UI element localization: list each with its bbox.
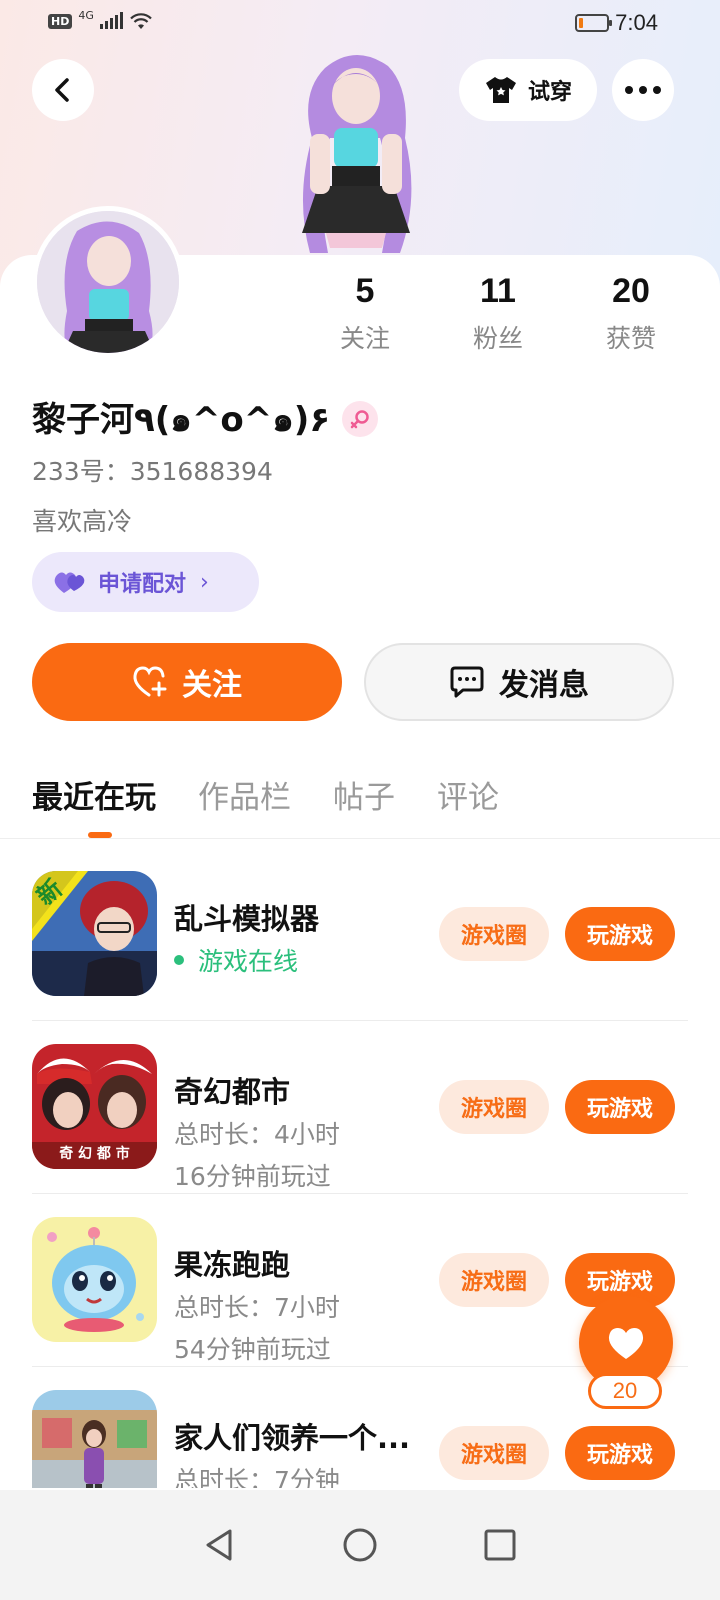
hd-badge: HD bbox=[48, 13, 73, 29]
status-bar: HD 4G 7:04 bbox=[0, 0, 720, 48]
more-dots-icon bbox=[625, 86, 661, 94]
online-status-text: 游戏在线 bbox=[198, 947, 299, 976]
stat-following-label: 关注 bbox=[339, 324, 390, 353]
request-pair-label: 申请配对 bbox=[98, 572, 187, 597]
status-time: 7:04 bbox=[615, 10, 658, 35]
username: 黎子河٩(๑^o^๑)۶ bbox=[32, 400, 331, 440]
heart-plus-icon bbox=[133, 666, 167, 697]
try-on-label: 试穿 bbox=[527, 80, 572, 105]
tab-recently-played[interactable]: 最近在玩 bbox=[32, 772, 156, 817]
send-message-button[interactable]: 发消息 bbox=[364, 643, 674, 721]
stat-likes[interactable]: 20 获赞 bbox=[576, 272, 686, 355]
game-circle-button[interactable]: 游戏圈 bbox=[439, 907, 549, 961]
send-message-label: 发消息 bbox=[499, 668, 589, 703]
heart-icon bbox=[608, 1328, 644, 1359]
battery-icon bbox=[575, 14, 613, 32]
avatar-image bbox=[37, 211, 179, 353]
avatar-character-image bbox=[302, 54, 412, 253]
game-circle-button[interactable]: 游戏圈 bbox=[439, 1426, 549, 1480]
stat-followers-label: 粉丝 bbox=[472, 324, 523, 353]
like-count-badge: 20 bbox=[588, 1373, 662, 1409]
female-gender-icon bbox=[342, 401, 379, 437]
game-name: 奇幻都市 bbox=[174, 1075, 291, 1109]
play-game-button[interactable]: 玩游戏 bbox=[565, 907, 675, 961]
game-icon-jelly-run[interactable] bbox=[32, 1217, 157, 1342]
back-button[interactable] bbox=[32, 59, 94, 121]
online-dot-icon bbox=[174, 955, 184, 965]
game-name: 乱斗模拟器 bbox=[174, 902, 320, 936]
game-icon-fantasy-city[interactable]: 奇 幻 都 市 bbox=[32, 1044, 157, 1169]
wifi-icon bbox=[130, 13, 152, 29]
signal-icon bbox=[99, 12, 123, 29]
status-left: HD 4G bbox=[48, 8, 153, 30]
avatar[interactable] bbox=[32, 206, 184, 358]
play-game-button[interactable]: 玩游戏 bbox=[565, 1426, 675, 1480]
try-on-button[interactable]: 试穿 bbox=[459, 59, 597, 121]
more-button[interactable] bbox=[612, 59, 674, 121]
username-row: 黎子河٩(๑^o^๑)۶ bbox=[32, 392, 379, 446]
back-arrow-icon bbox=[55, 78, 69, 102]
game-icon-family-adopt[interactable] bbox=[32, 1390, 157, 1488]
nav-home-icon[interactable] bbox=[342, 1527, 378, 1563]
tshirt-icon bbox=[485, 77, 516, 103]
stat-likes-label: 获赞 bbox=[605, 324, 656, 353]
stat-following[interactable]: 5 关注 bbox=[310, 272, 420, 355]
tabs-divider bbox=[0, 838, 720, 839]
network-type: 4G bbox=[78, 8, 94, 22]
follow-label: 关注 bbox=[182, 668, 242, 703]
nav-recents-icon[interactable] bbox=[482, 1527, 518, 1563]
status-right: 7:04 bbox=[575, 10, 658, 36]
profile-tabs: 最近在玩 作品栏 帖子 评论 bbox=[32, 772, 499, 817]
game-total-duration: 总时长：7小时 bbox=[174, 1293, 340, 1322]
game-circle-button[interactable]: 游戏圈 bbox=[439, 1253, 549, 1307]
chevron-right-icon: › bbox=[200, 569, 209, 595]
system-nav-bar bbox=[0, 1490, 720, 1600]
tab-comments[interactable]: 评论 bbox=[437, 772, 499, 817]
game-total-duration: 总时长：4小时 bbox=[174, 1120, 340, 1149]
user-bio: 喜欢高冷 bbox=[32, 507, 133, 536]
game-online-status: 游戏在线 bbox=[174, 942, 298, 978]
game-row-2[interactable]: 奇 幻 都 市 奇幻都市 总时长：4小时 16分钟前玩过 游戏圈 玩游戏 bbox=[0, 1021, 720, 1194]
stat-following-count: 5 bbox=[355, 272, 375, 310]
nav-back-icon[interactable] bbox=[202, 1527, 238, 1563]
game-icon-caption: 奇 幻 都 市 bbox=[59, 1146, 130, 1162]
request-pair-button[interactable]: 申请配对 › bbox=[32, 552, 259, 612]
game-icon-brawl-simulator[interactable]: 新 bbox=[32, 871, 157, 996]
chat-bubble-icon bbox=[450, 666, 484, 698]
play-game-button[interactable]: 玩游戏 bbox=[565, 1080, 675, 1134]
stat-likes-count: 20 bbox=[612, 272, 650, 310]
stat-followers[interactable]: 11 粉丝 bbox=[443, 272, 553, 355]
tab-posts[interactable]: 帖子 bbox=[333, 772, 395, 817]
game-row-1[interactable]: 新 乱斗模拟器 游戏在线 游戏圈 玩游戏 bbox=[0, 848, 720, 1021]
stat-followers-count: 11 bbox=[480, 272, 516, 310]
follow-button[interactable]: 关注 bbox=[32, 643, 342, 721]
game-name: 家人们领养一个... bbox=[174, 1421, 411, 1455]
user-id: 233号：351688394 bbox=[32, 457, 273, 486]
game-last-played: 54分钟前玩过 bbox=[174, 1335, 331, 1364]
game-total-duration: 总时长：7分钟 bbox=[174, 1466, 340, 1488]
game-circle-button[interactable]: 游戏圈 bbox=[439, 1080, 549, 1134]
game-last-played: 16分钟前玩过 bbox=[174, 1162, 331, 1191]
tab-works[interactable]: 作品栏 bbox=[198, 772, 291, 817]
game-name: 果冻跑跑 bbox=[174, 1248, 291, 1282]
double-heart-icon bbox=[54, 572, 85, 593]
